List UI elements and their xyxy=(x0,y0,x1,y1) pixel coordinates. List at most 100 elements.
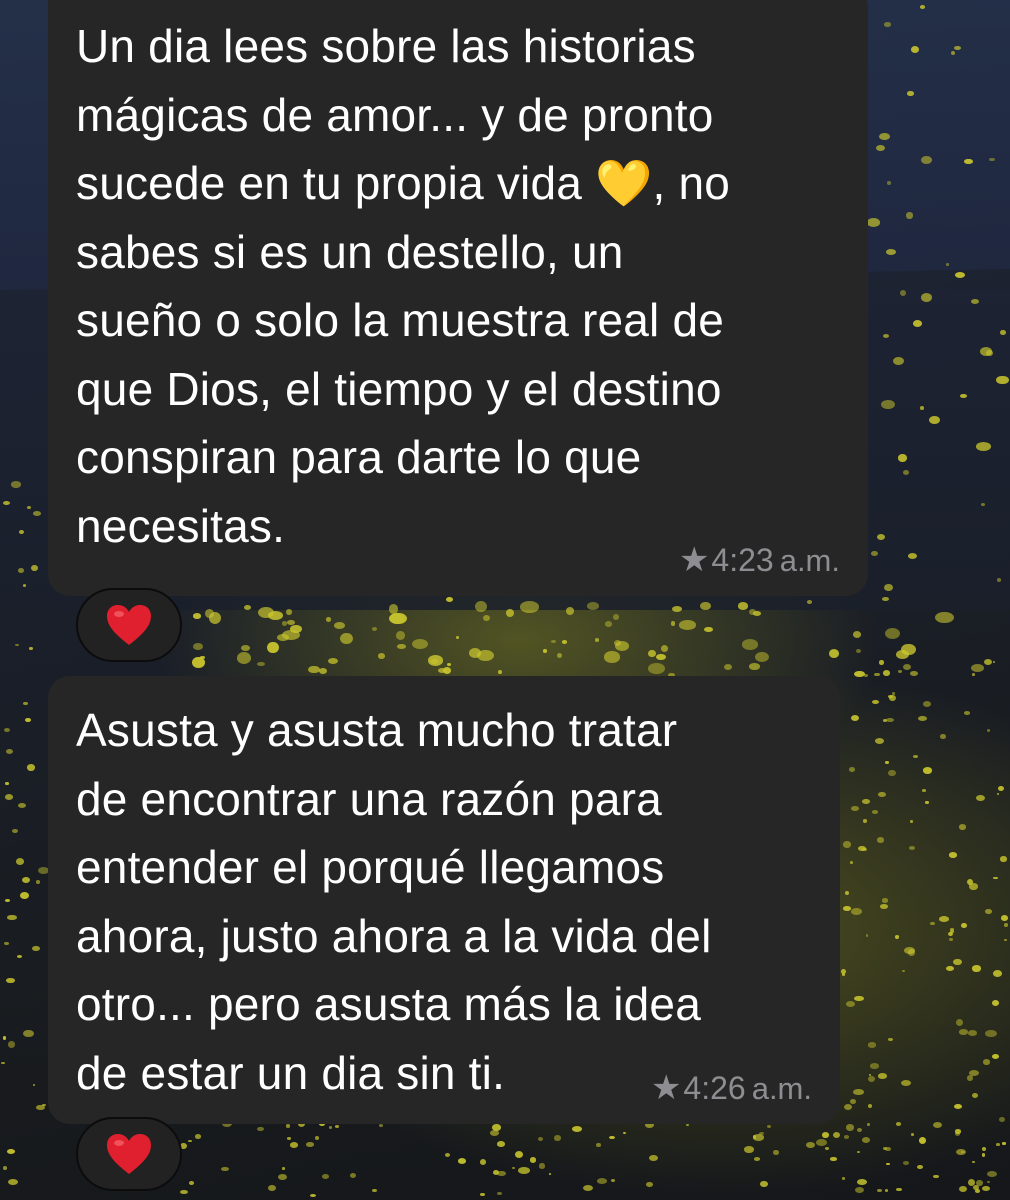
wallpaper-light-dot xyxy=(901,970,905,973)
wallpaper-light-dot xyxy=(6,1148,16,1154)
wallpaper-light-dot xyxy=(623,1131,627,1134)
wallpaper-light-dot xyxy=(26,505,32,509)
wallpaper-light-dot xyxy=(971,1092,979,1099)
wallpaper-light-dot xyxy=(322,1174,329,1179)
wallpaper-light-dot xyxy=(371,626,378,631)
wallpaper-light-dot xyxy=(922,767,932,774)
wallpaper-light-dot xyxy=(958,824,966,830)
wallpaper-light-dot xyxy=(910,1132,915,1137)
wallpaper-light-dot xyxy=(11,829,18,834)
wallpaper-light-dot xyxy=(340,632,354,644)
wallpaper-light-dot xyxy=(758,1131,764,1135)
wallpaper-light-dot xyxy=(389,612,407,625)
wallpaper-light-dot xyxy=(287,619,295,625)
wallpaper-light-dot xyxy=(909,846,916,851)
wallpaper-light-dot xyxy=(457,1158,467,1165)
wallpaper-light-dot xyxy=(854,671,865,678)
wallpaper-light-dot xyxy=(35,880,40,884)
wallpaper-light-dot xyxy=(929,921,935,926)
wallpaper-light-dot xyxy=(902,1160,910,1165)
wallpaper-light-dot xyxy=(1000,856,1007,862)
wallpaper-light-dot xyxy=(22,877,30,884)
wallpaper-light-dot xyxy=(954,272,965,279)
message-meta: ★ 4:26 a.m. xyxy=(651,1068,812,1108)
wallpaper-light-dot xyxy=(492,1170,499,1176)
wallpaper-light-dot xyxy=(6,978,15,983)
wallpaper-light-dot xyxy=(752,1134,765,1142)
wallpaper-light-dot xyxy=(910,45,920,53)
wallpaper-light-dot xyxy=(867,1076,875,1083)
wallpaper-light-dot xyxy=(221,1166,229,1172)
wallpaper-light-dot xyxy=(845,1001,856,1008)
wallpaper-light-dot xyxy=(649,1155,658,1162)
wallpaper-light-dot xyxy=(843,1103,853,1110)
wallpaper-light-dot xyxy=(561,640,568,644)
wallpaper-light-dot xyxy=(907,91,914,96)
wallpaper-light-dot xyxy=(327,657,339,664)
wallpaper-light-dot xyxy=(844,891,850,896)
wallpaper-light-dot xyxy=(867,218,881,227)
wallpaper-light-dot xyxy=(896,649,909,660)
wallpaper-light-dot xyxy=(505,609,514,617)
wallpaper-light-dot xyxy=(241,644,250,651)
message-bubble[interactable]: Asusta y asusta mucho tratar de encontra… xyxy=(48,676,840,1124)
wallpaper-light-dot xyxy=(925,801,929,804)
wallpaper-light-dot xyxy=(16,955,22,959)
wallpaper-light-dot xyxy=(767,1124,772,1128)
wallpaper-light-dot xyxy=(773,1149,779,1155)
wallpaper-light-dot xyxy=(895,1122,902,1127)
wallpaper-light-dot xyxy=(285,609,292,615)
wallpaper-light-dot xyxy=(981,1147,986,1152)
wallpaper-light-dot xyxy=(996,1143,1000,1146)
wallpaper-light-dot xyxy=(397,644,406,650)
wallpaper-light-dot xyxy=(998,785,1004,791)
wallpaper-light-dot xyxy=(816,1139,828,1146)
wallpaper-light-dot xyxy=(830,1157,837,1161)
wallpaper-light-dot xyxy=(845,1124,855,1131)
wallpaper-light-dot xyxy=(612,613,620,621)
wallpaper-light-dot xyxy=(910,670,919,676)
wallpaper-light-dot xyxy=(876,837,885,843)
reaction-pill[interactable] xyxy=(76,1117,182,1191)
message-bubble[interactable]: Un dia lees sobre las historias mágicas … xyxy=(48,0,868,596)
wallpaper-light-dot xyxy=(670,621,676,626)
wallpaper-light-dot xyxy=(539,1163,545,1169)
wallpaper-light-dot xyxy=(285,1124,290,1128)
wallpaper-light-dot xyxy=(940,733,946,739)
message-time: 4:26 xyxy=(683,1070,746,1106)
wallpaper-light-dot xyxy=(958,1029,968,1035)
message-text: Un dia lees sobre las historias mágicas … xyxy=(76,20,731,552)
wallpaper-light-dot xyxy=(987,1171,998,1178)
wallpaper-light-dot xyxy=(885,627,901,639)
wallpaper-light-dot xyxy=(887,181,891,185)
wallpaper-light-dot xyxy=(878,791,886,798)
wallpaper-light-dot xyxy=(992,660,996,663)
wallpaper-light-dot xyxy=(842,906,851,911)
wallpaper-light-dot xyxy=(886,717,895,723)
wallpaper-light-dot xyxy=(850,714,860,721)
wallpaper-light-dot xyxy=(997,792,1000,795)
wallpaper-light-dot xyxy=(865,934,869,937)
wallpaper-light-dot xyxy=(888,769,896,777)
wallpaper-light-dot xyxy=(970,298,980,304)
wallpaper-light-dot xyxy=(743,1145,755,1153)
wallpaper-light-dot xyxy=(902,663,912,671)
wallpaper-light-dot xyxy=(861,847,867,852)
wallpaper-light-dot xyxy=(1,1061,6,1064)
wallpaper-light-dot xyxy=(906,212,913,219)
wallpaper-light-dot xyxy=(26,764,35,771)
wallpaper-light-dot xyxy=(4,794,13,800)
wallpaper-light-dot xyxy=(200,655,205,660)
wallpaper-light-dot xyxy=(257,661,266,666)
wallpaper-light-dot xyxy=(236,652,251,665)
wallpaper-light-dot xyxy=(412,638,429,649)
wallpaper-light-dot xyxy=(3,727,10,733)
wallpaper-light-dot xyxy=(882,718,888,722)
wallpaper-light-dot xyxy=(879,660,884,665)
wallpaper-light-dot xyxy=(610,1179,616,1183)
wallpaper-light-dot xyxy=(314,1135,320,1141)
wallpaper-light-dot xyxy=(918,1137,927,1145)
wallpaper-light-dot xyxy=(10,481,22,488)
wallpaper-light-dot xyxy=(955,1132,960,1137)
reaction-pill[interactable] xyxy=(76,588,182,662)
